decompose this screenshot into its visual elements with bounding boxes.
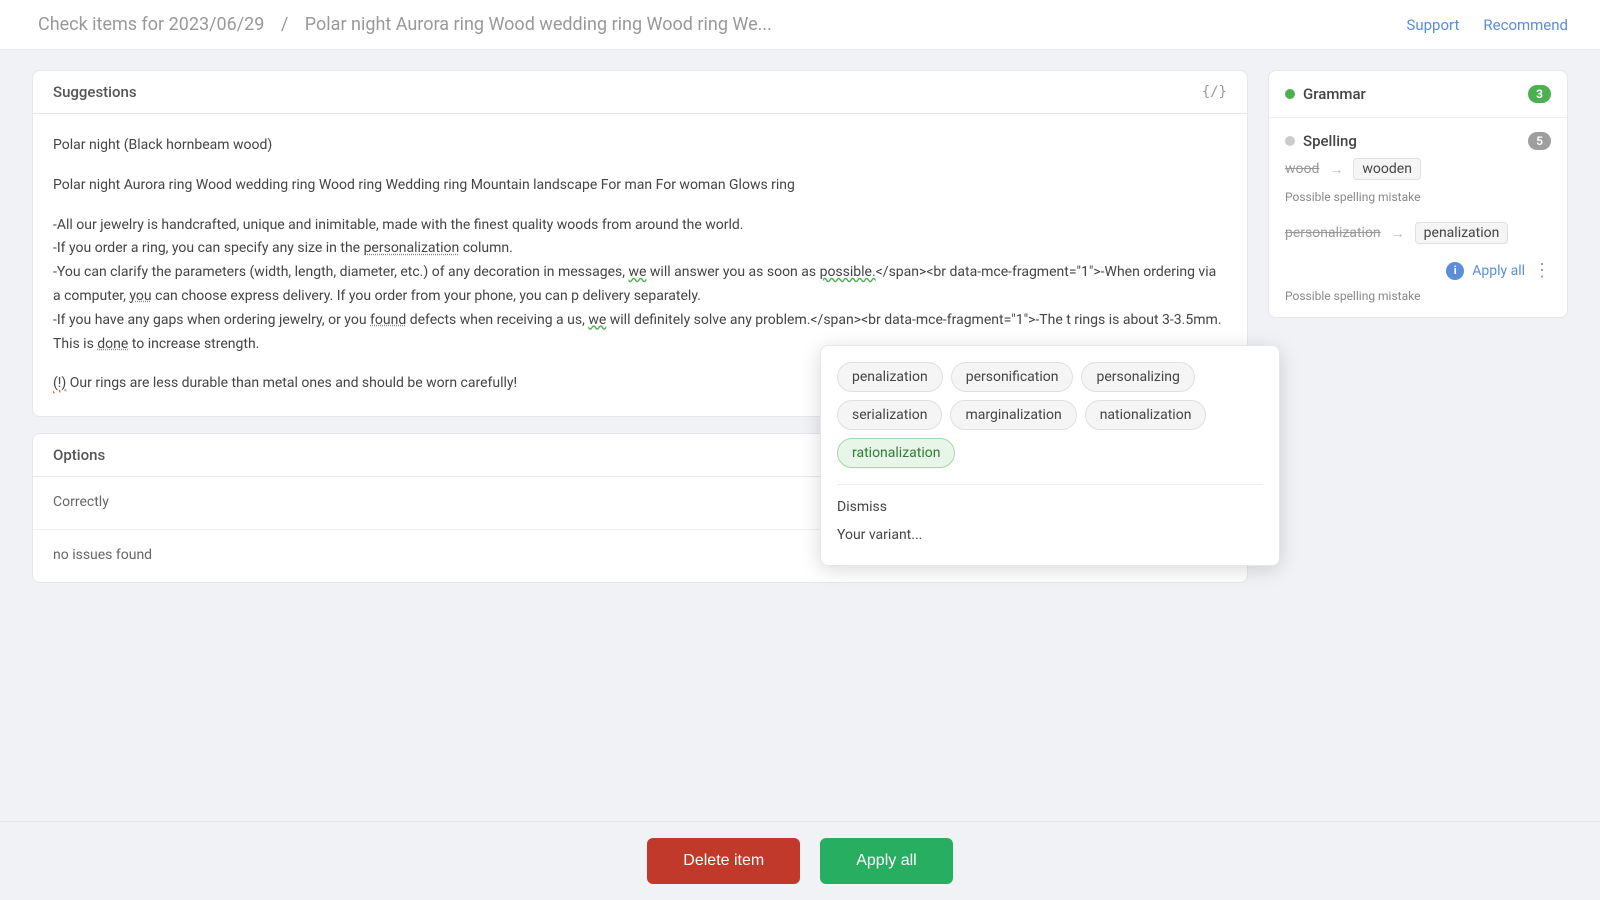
new-word-2[interactable]: penalization (1415, 222, 1509, 244)
we-text: we (628, 264, 646, 280)
grammar-dot (1285, 89, 1295, 99)
spelling-section-left: Spelling (1285, 132, 1357, 150)
old-word-2: personalization (1285, 225, 1381, 241)
personalization-link: personalization (364, 240, 460, 256)
code-icon: {/} (1202, 84, 1227, 100)
chip-personification[interactable]: personification (951, 362, 1074, 392)
suggestion-row-2: personalization → penalization (1285, 214, 1551, 252)
grammar-badge: 3 (1528, 85, 1551, 103)
bottom-bar: Delete item Apply all (0, 821, 1600, 900)
apply-all-button[interactable]: Apply all (820, 838, 952, 884)
suggestions-card-title: Suggestions (53, 83, 137, 101)
dropdown-suggestions: penalization personification personalizi… (837, 362, 1263, 468)
breadcrumb-part1: Check items for 2023/06/29 (38, 14, 264, 35)
recommend-link[interactable]: Recommend (1483, 16, 1568, 34)
dropdown-divider (837, 484, 1263, 485)
suggestion-para2: Polar night Aurora ring Wood wedding rin… (53, 174, 1227, 198)
options-card-title: Options (53, 446, 105, 464)
chip-marginalization[interactable]: marginalization (950, 400, 1076, 430)
apply-all-row: i Apply all ⋮ (1285, 252, 1551, 283)
apply-all-inline-button[interactable]: Apply all (1472, 263, 1525, 279)
found-text: found (370, 312, 406, 328)
chip-personalizing[interactable]: personalizing (1081, 362, 1194, 392)
arrow-icon-1: → (1329, 161, 1343, 178)
suggestion-para3: -All our jewelry is handcrafted, unique … (53, 214, 1227, 357)
you-text: you (129, 288, 151, 304)
chip-penalization[interactable]: penalization (837, 362, 943, 392)
chip-rationalization[interactable]: rationalization (837, 438, 955, 468)
spelling-section-header: Spelling 5 (1285, 132, 1551, 150)
we-text2: we (588, 312, 606, 328)
possible-spelling-1: Possible spelling mistake (1285, 190, 1551, 204)
right-panel: Grammar 3 Spelling 5 wood → (1268, 70, 1568, 583)
old-word-1: wood (1285, 161, 1319, 177)
spelling-label: Spelling (1303, 132, 1357, 150)
spelling-badge: 5 (1528, 132, 1551, 150)
possible-spelling-2: Possible spelling mistake (1285, 289, 1551, 303)
breadcrumb-part2: Polar night Aurora ring Wood wedding rin… (305, 14, 772, 35)
chip-serialization[interactable]: serialization (837, 400, 942, 430)
header: Check items for 2023/06/29 / Polar night… (0, 0, 1600, 50)
main-layout: Suggestions {/} Polar night (Black hornb… (0, 50, 1600, 603)
info-icon[interactable]: i (1446, 262, 1464, 280)
arrow-icon-2: → (1391, 225, 1405, 242)
grammar-section-left: Grammar (1285, 85, 1366, 103)
suggestion-row-1: wood → wooden (1285, 150, 1551, 188)
grammar-section-header: Grammar 3 (1285, 85, 1551, 103)
grammar-label: Grammar (1303, 85, 1366, 103)
spelling-dot (1285, 136, 1295, 146)
breadcrumb-separator: / (281, 14, 288, 35)
spelling-dropdown: penalization personification personalizi… (820, 345, 1280, 566)
sidebar-card: Grammar 3 Spelling 5 wood → (1268, 70, 1568, 318)
done-text: done (97, 336, 128, 352)
suggestion-para1: Polar night (Black hornbeam wood) (53, 134, 1227, 158)
more-options-icon[interactable]: ⋮ (1533, 260, 1551, 281)
possible-text: possible. (820, 264, 876, 280)
breadcrumb: Check items for 2023/06/29 / Polar night… (32, 14, 778, 35)
dismiss-action[interactable]: Dismiss (837, 493, 1263, 521)
exclamation-text: (!) (53, 375, 66, 391)
header-actions: Support Recommend (1406, 16, 1568, 34)
suggestions-card-header: Suggestions {/} (33, 71, 1247, 114)
delete-item-button[interactable]: Delete item (647, 838, 800, 884)
grammar-section: Grammar 3 (1269, 71, 1567, 118)
chip-nationalization[interactable]: nationalization (1085, 400, 1207, 430)
your-variant-action[interactable]: Your variant... (837, 521, 1263, 549)
new-word-1[interactable]: wooden (1353, 158, 1421, 180)
spelling-section: Spelling 5 wood → wooden Possible spelli… (1269, 118, 1567, 317)
support-link[interactable]: Support (1406, 16, 1459, 34)
